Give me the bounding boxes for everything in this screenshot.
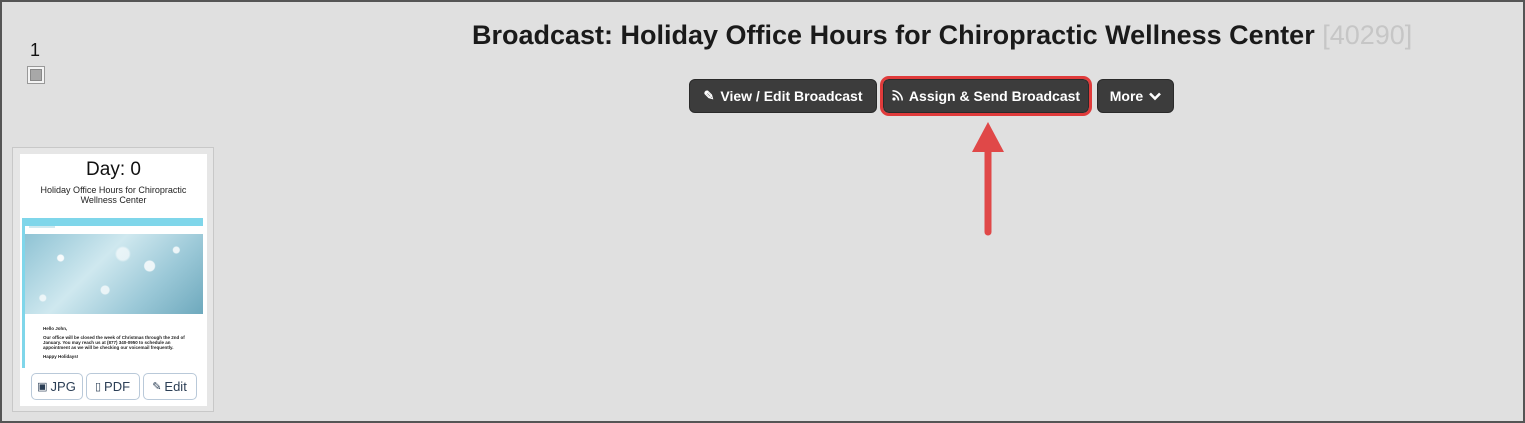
edit-label: Edit: [164, 379, 187, 394]
preview-body: Our office will be closed the week of Ch…: [43, 335, 185, 350]
edit-icon: ✎: [703, 88, 715, 103]
broadcast-title: Broadcast: Holiday Office Hours for Chir…: [472, 20, 1315, 50]
broadcast-id: [40290]: [1322, 20, 1413, 50]
rss-icon: [892, 89, 903, 104]
file-pdf-icon: ▯: [94, 381, 102, 393]
pdf-button[interactable]: ▯ PDF: [85, 373, 140, 400]
preview-text: Hello John, Our office will be closed th…: [43, 326, 193, 363]
card-subtitle: Holiday Office Hours for Chiropractic We…: [40, 185, 187, 205]
chevron-down-icon: [1149, 89, 1162, 104]
snowflake-banner-image: [25, 234, 203, 314]
edit-icon: ✎: [152, 381, 162, 393]
pdf-label: PDF: [104, 379, 131, 394]
broadcast-card: Day: 0 Holiday Office Hours for Chiropra…: [12, 147, 214, 412]
preview-closing: Happy Holidays!: [43, 354, 79, 359]
assign-send-broadcast-label: Assign & Send Broadcast: [908, 88, 1081, 104]
day-label: Day: 0: [86, 159, 141, 180]
edit-button[interactable]: ✎ Edit: [142, 373, 197, 400]
select-checkbox[interactable]: [27, 66, 45, 84]
email-preview-thumbnail[interactable]: Hello John, Our office will be closed th…: [22, 218, 203, 368]
image-icon: ▣: [37, 381, 48, 393]
view-edit-broadcast-button[interactable]: ✎ View / Edit Broadcast: [689, 79, 877, 113]
annotation-arrow: [972, 122, 1004, 236]
main-frame: 1 Broadcast: Holiday Office Hours for Ch…: [0, 0, 1525, 423]
jpg-button[interactable]: ▣ JPG: [30, 373, 83, 400]
preview-greeting: Hello John,: [43, 326, 68, 331]
jpg-label: JPG: [50, 379, 76, 394]
preview-header-tag: [29, 226, 55, 228]
more-label: More: [1109, 88, 1144, 104]
view-edit-broadcast-label: View / Edit Broadcast: [720, 88, 863, 104]
page-number: 1: [30, 40, 41, 60]
page-title: Broadcast: Holiday Office Hours for Chir…: [472, 20, 1412, 51]
more-button[interactable]: More: [1097, 79, 1174, 113]
assign-send-broadcast-button[interactable]: Assign & Send Broadcast: [880, 76, 1092, 116]
